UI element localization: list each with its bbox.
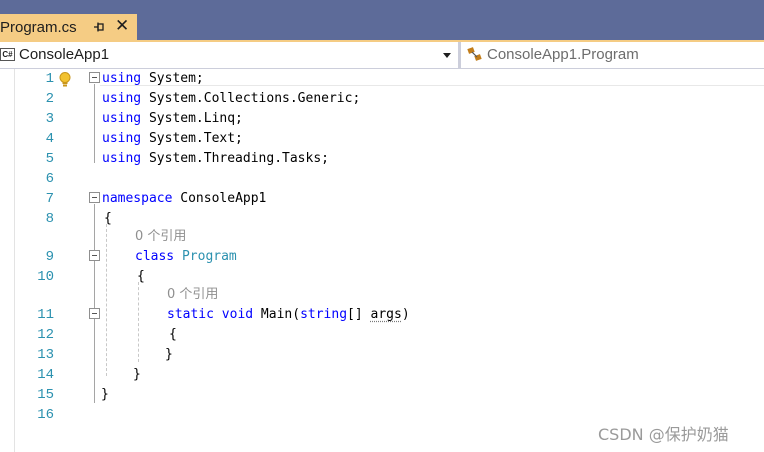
line-number: 1 <box>45 71 54 87</box>
code-text: { <box>137 269 145 284</box>
line-number: 3 <box>45 111 54 127</box>
project-dropdown[interactable]: C# ConsoleApp1 <box>0 44 458 66</box>
code-line: 2 using System.Collections.Generic; <box>0 89 764 109</box>
line-number: 12 <box>37 327 54 343</box>
codelens-references[interactable]: 0 个引用 <box>135 227 186 247</box>
code-text: { <box>104 211 112 226</box>
csharp-project-icon: C# <box>0 48 15 61</box>
code-line: 5 using System.Threading.Tasks; <box>0 149 764 169</box>
tab-title: Program.cs <box>0 18 77 36</box>
line-number: 13 <box>37 347 54 363</box>
code-line: 4 using System.Text; <box>0 129 764 149</box>
line-number: 15 <box>37 387 54 403</box>
tab-program-cs[interactable]: Program.cs ✕ <box>0 14 137 40</box>
code-text: namespace ConsoleApp1 <box>102 191 267 206</box>
code-line: 3 using System.Linq; <box>0 109 764 129</box>
code-text: using System; <box>102 71 204 86</box>
watermark: CSDN @保护奶猫 <box>598 425 729 444</box>
code-text: class Program <box>135 249 237 264</box>
type-dropdown-value: ConsoleApp1.Program <box>487 46 639 63</box>
code-line: 9 class Program <box>0 247 764 267</box>
code-line: 12 { <box>0 325 764 345</box>
line-number: 8 <box>45 211 54 227</box>
line-number: 5 <box>45 151 54 167</box>
code-line: 11 static void Main(string[] args) <box>0 305 764 325</box>
code-line: 15 } <box>0 385 764 405</box>
codelens-references[interactable]: 0 个引用 <box>167 285 218 305</box>
code-text: static void Main(string[] args) <box>167 307 410 322</box>
code-line: 6 <box>0 169 764 189</box>
code-text: using System.Collections.Generic; <box>102 91 361 106</box>
code-text: using System.Threading.Tasks; <box>102 151 329 166</box>
code-text: using System.Text; <box>102 131 243 146</box>
line-number: 14 <box>37 367 54 383</box>
code-line: 7 namespace ConsoleApp1 <box>0 189 764 209</box>
code-editor[interactable]: 1 using System; 2 using System.Collectio… <box>0 69 764 452</box>
line-number: 16 <box>37 407 54 423</box>
code-line: 14 } <box>0 365 764 385</box>
chevron-down-icon[interactable] <box>443 53 451 58</box>
line-number: 4 <box>45 131 54 147</box>
type-dropdown[interactable]: ConsoleApp1.Program <box>464 44 764 66</box>
code-line: 1 using System; <box>0 69 764 89</box>
code-text: { <box>169 327 177 342</box>
code-text: } <box>133 367 141 382</box>
code-line: 13 } <box>0 345 764 365</box>
line-number: 10 <box>37 269 54 285</box>
line-number: 11 <box>37 307 54 323</box>
code-text: } <box>101 387 109 402</box>
navigation-bar: C# ConsoleApp1 ConsoleApp1.Program <box>0 40 764 69</box>
code-line: 10 { <box>0 267 764 287</box>
class-icon <box>466 46 484 64</box>
code-text: } <box>165 347 173 362</box>
line-number: 2 <box>45 91 54 107</box>
code-text: using System.Linq; <box>102 111 243 126</box>
pin-icon[interactable] <box>92 19 106 33</box>
line-number: 7 <box>45 191 54 207</box>
document-tab-strip: Program.cs ✕ <box>0 0 764 40</box>
line-number: 9 <box>45 249 54 265</box>
project-dropdown-value: ConsoleApp1 <box>19 46 110 63</box>
close-icon[interactable]: ✕ <box>115 17 129 35</box>
line-number: 6 <box>45 171 54 187</box>
code-line: 8 { <box>0 209 764 229</box>
navbar-separator <box>458 42 461 69</box>
